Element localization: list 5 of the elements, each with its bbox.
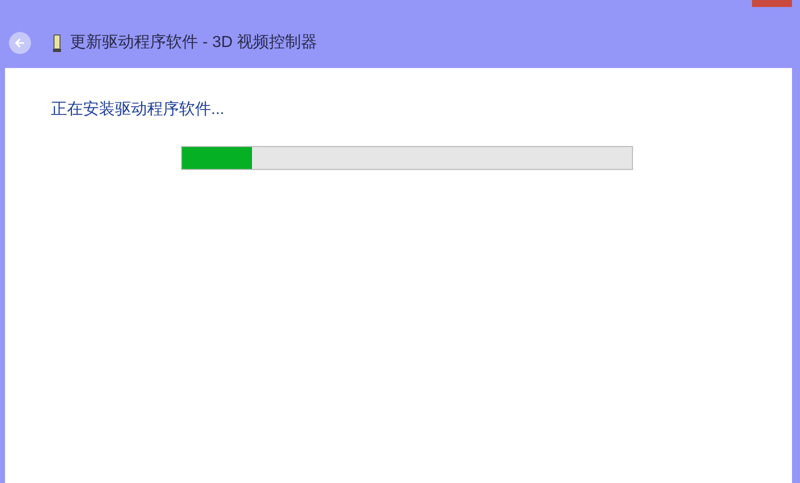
back-arrow-icon: [14, 37, 26, 49]
status-text: 正在安装驱动程序软件...: [51, 100, 226, 120]
device-icon: [53, 34, 61, 52]
back-button[interactable]: [9, 32, 31, 54]
window-title: 更新驱动程序软件 - 3D 视频控制器: [70, 32, 318, 53]
